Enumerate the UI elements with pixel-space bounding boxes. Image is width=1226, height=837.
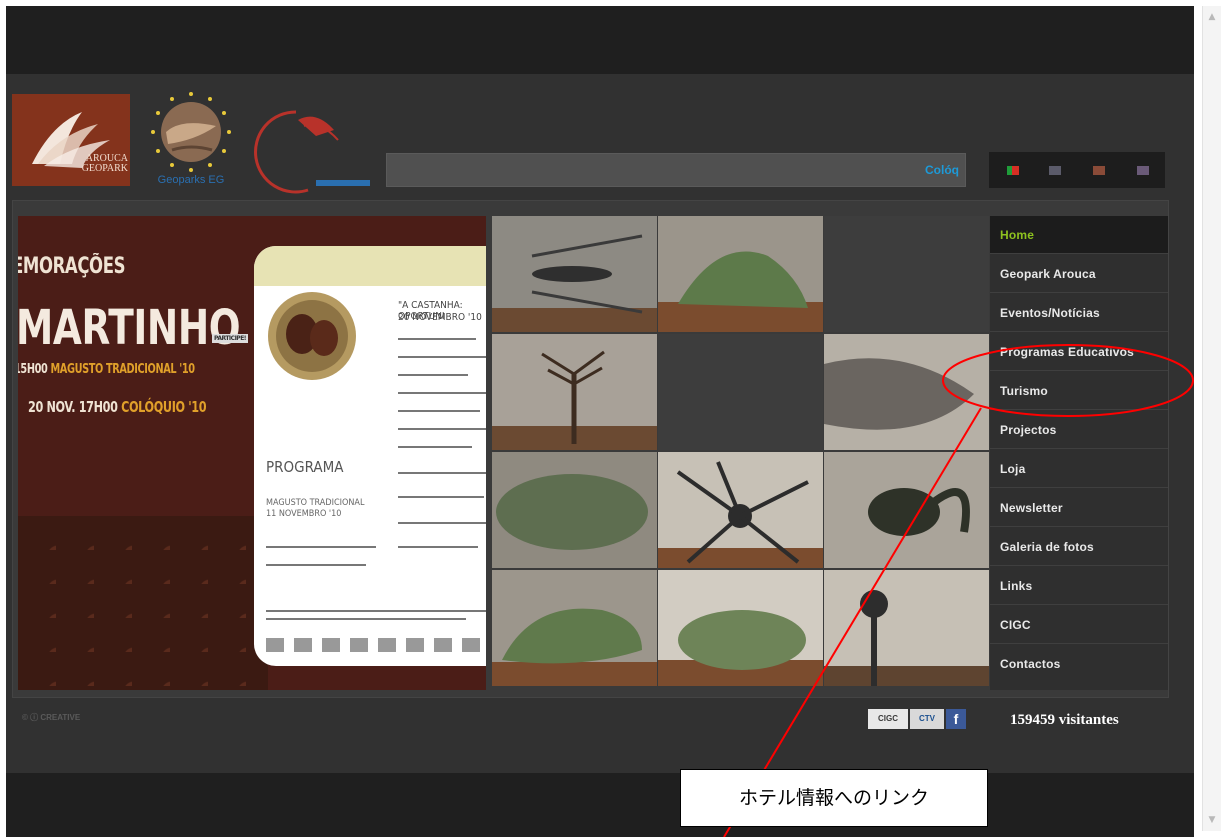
menu-item-turismo[interactable]: Turismo: [990, 372, 1168, 410]
logo-geopark-text: AROUCA GEOPARK: [81, 153, 128, 174]
leaflet-text-line: [266, 618, 466, 620]
menu-item-links[interactable]: Links: [990, 567, 1168, 605]
annotation-label: ホテル情報へのリンク: [680, 769, 988, 827]
visitor-counter: 159459 visitantes: [1010, 712, 1119, 728]
poster-magusto: 15H00 MAGUSTO TRADICIONAL '10: [18, 362, 195, 377]
menu-item-projectos[interactable]: Projectos: [990, 411, 1168, 449]
leaflet-sub: MAGUSTO TRADICIONAL: [266, 498, 365, 508]
leaflet-text-line: [266, 564, 366, 566]
leaflet-text-line: [266, 546, 376, 548]
language-selector[interactable]: [989, 152, 1165, 188]
vertical-scrollbar[interactable]: ▲ ▼: [1202, 6, 1221, 831]
menu-item-galeria-de-fotos[interactable]: Galeria de fotos: [990, 528, 1168, 566]
poster-magusto-title: MAGUSTO TRADICIONAL '10: [50, 362, 195, 377]
european-geoparks-logo[interactable]: Geoparks EG: [136, 88, 246, 192]
egn-globe-icon: [151, 92, 231, 172]
menu-item-geopark-arouca[interactable]: Geopark Arouca: [990, 255, 1168, 293]
photo-plant-fossil[interactable]: [824, 570, 989, 686]
leaflet-text-line: [266, 610, 486, 612]
leaflet-text-line: [398, 338, 476, 340]
leaflet-text-line: [398, 392, 486, 394]
cigc-badge[interactable]: CIGC: [868, 709, 908, 729]
photo-skull[interactable]: [824, 334, 989, 450]
scroll-up-icon[interactable]: ▲: [1203, 8, 1221, 26]
sponsor-logos: [266, 638, 486, 652]
program-leaflet: "A CASTANHA: OPORTUNI 20 NOVEMBRO '10 PR…: [254, 246, 486, 666]
bottom-bar: [6, 773, 1194, 837]
main-menu: Home Geopark Arouca Eventos/Notícias Pro…: [990, 216, 1168, 690]
leaflet-text-line: [398, 356, 486, 358]
menu-item-programas-educativos[interactable]: Programas Educativos: [990, 333, 1168, 371]
leaflet-programa: PROGRAMA: [266, 458, 344, 476]
menu-item-loja[interactable]: Loja: [990, 450, 1168, 488]
top-bar: [6, 6, 1194, 74]
photo-dimetrodon[interactable]: [658, 216, 823, 332]
poster-top-line: EMORAÇÕES: [18, 254, 126, 279]
menu-item-home[interactable]: Home: [990, 216, 1168, 254]
photo-amphibian[interactable]: [492, 570, 657, 686]
chestnut-photo: [18, 516, 268, 690]
leaflet-text-line: [398, 472, 486, 474]
photo-fern-tree[interactable]: [492, 334, 657, 450]
photo-spider[interactable]: [658, 452, 823, 568]
menu-item-newsletter[interactable]: Newsletter: [990, 489, 1168, 527]
menu-item-cigc[interactable]: CIGC: [990, 606, 1168, 644]
poster-date-time: 20 NOV. 17H00: [28, 398, 122, 416]
photo-salamander[interactable]: [658, 570, 823, 686]
leaflet-date: 20 NOVEMBRO '10: [398, 312, 482, 323]
creative-commons-badge[interactable]: © ⓘ CREATIVE: [22, 712, 80, 723]
poster-date: 20 NOV. 17H00 COLÓQUIO '10: [28, 398, 207, 416]
photo-empty: [658, 334, 823, 450]
photo-grid: [492, 216, 990, 690]
poster-date-title: COLÓQUIO '10: [121, 398, 207, 416]
leaflet-text-line: [398, 428, 486, 430]
menu-item-eventos-noticias[interactable]: Eventos/Notícias: [990, 294, 1168, 332]
leaflet-text-line: [398, 546, 478, 548]
es-flag-icon[interactable]: [1093, 166, 1105, 175]
photo-dragonfly[interactable]: [492, 216, 657, 332]
leaflet-wave: [254, 246, 486, 286]
leaflet-text-line: [398, 410, 480, 412]
pt-flag-icon[interactable]: [1007, 166, 1019, 175]
photo-scorpion[interactable]: [824, 452, 989, 568]
news-ticker-bar[interactable]: Colóq: [386, 153, 966, 187]
chestnut-burr-icon: [268, 292, 356, 380]
leaflet-text-line: [398, 522, 486, 524]
en-flag-icon[interactable]: [1049, 166, 1061, 175]
cigc-mark-icon: [254, 110, 370, 194]
egn-logo-text: Geoparks EG: [157, 174, 225, 186]
scroll-down-icon[interactable]: ▼: [1203, 811, 1221, 829]
sao-martinho-poster[interactable]: EMORAÇÕES MARTINHO PARTICIPE! 15H00 MAGU…: [18, 216, 486, 690]
facebook-icon[interactable]: f: [946, 709, 966, 729]
poster-participe: PARTICIPE!: [212, 334, 249, 343]
cigc-logo[interactable]: [246, 106, 376, 194]
menu-item-contactos[interactable]: Contactos: [990, 645, 1168, 683]
ticker-text[interactable]: Colóq: [925, 163, 959, 177]
arouca-geopark-logo[interactable]: AROUCA GEOPARK: [12, 94, 130, 186]
poster-title: MARTINHO: [18, 300, 241, 356]
leaflet-text-line: [398, 374, 468, 376]
photo-empty: [824, 216, 989, 332]
ctv-badge[interactable]: CTV: [910, 709, 944, 729]
photo-arthropleura[interactable]: [492, 452, 657, 568]
fr-flag-icon[interactable]: [1137, 166, 1149, 175]
leaflet-sub-date: 11 NOVEMBRO '10: [266, 509, 342, 519]
poster-magusto-time: 15H00: [18, 362, 48, 377]
leaflet-text-line: [398, 446, 472, 448]
leaflet-text-line: [398, 496, 484, 498]
